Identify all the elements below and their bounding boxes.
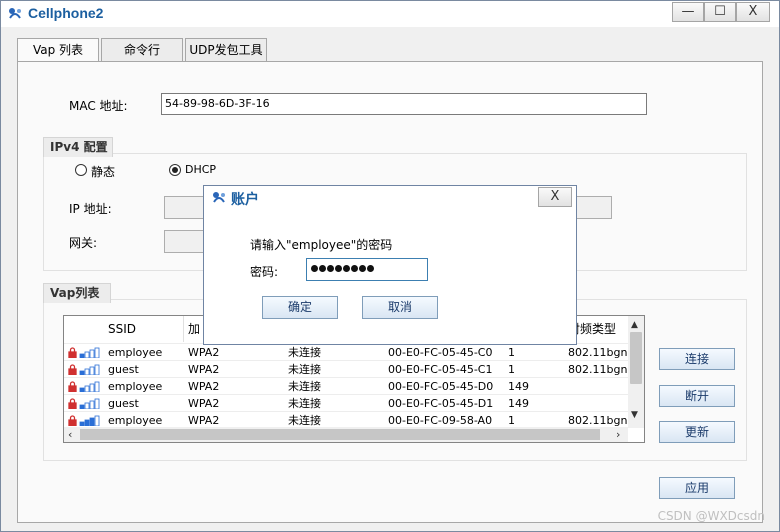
static-radio[interactable] — [75, 164, 87, 176]
vertical-scrollbar[interactable]: ▲ ▼ — [628, 316, 644, 428]
cell-ssid: employee — [108, 346, 163, 359]
horizontal-scroll-thumb[interactable] — [80, 429, 600, 440]
cell-bssid: 00-E0-FC-05-45-D1 — [388, 397, 494, 410]
secured-signal-icon — [68, 398, 100, 409]
refresh-button[interactable]: 更新 — [659, 421, 735, 443]
scroll-left-icon[interactable]: ‹ — [68, 428, 72, 441]
cell-bssid: 00-E0-FC-05-45-C0 — [388, 346, 493, 359]
vap-group-title: Vap列表 — [43, 283, 111, 303]
cell-status: 未连接 — [288, 363, 321, 376]
dhcp-radio[interactable] — [169, 164, 181, 176]
secured-signal-icon — [68, 364, 100, 375]
vertical-scroll-thumb[interactable] — [630, 332, 642, 384]
cell-radio — [564, 378, 628, 395]
password-dot — [343, 265, 350, 272]
cell-ssid: guest — [108, 397, 139, 410]
tab-command-line[interactable]: 命令行 — [101, 38, 183, 61]
cell-radio: 802.11bgn — [568, 363, 628, 376]
gateway-field[interactable] — [164, 230, 204, 253]
ipv4-group-title: IPv4 配置 — [43, 137, 113, 157]
cell-security: WPA2 — [188, 346, 220, 359]
dialog-app-icon — [213, 192, 225, 203]
cell-status: 未连接 — [288, 346, 321, 359]
mac-label: MAC 地址: — [69, 99, 128, 113]
cell-radio — [564, 395, 628, 412]
cell-security: WPA2 — [188, 363, 220, 376]
title-bar: Cellphone2 — ☐ X — [1, 1, 779, 27]
password-mask — [311, 265, 375, 272]
dialog-title-bar: 账户 X — [204, 186, 576, 210]
secured-signal-icon — [68, 381, 100, 392]
table-row[interactable]: employee WPA2 未连接 00-E0-FC-05-45-D0 149 — [64, 377, 628, 394]
scroll-down-icon[interactable]: ▼ — [631, 410, 638, 420]
tab-vap-list[interactable]: Vap 列表 — [17, 38, 99, 63]
minimize-button[interactable]: — — [672, 2, 704, 22]
password-dot — [351, 265, 358, 272]
cell-channel: 149 — [508, 380, 529, 393]
gateway-label: 网关: — [69, 236, 98, 250]
password-dot — [319, 265, 326, 272]
password-dot — [311, 265, 318, 272]
ip-address-field[interactable] — [164, 196, 204, 219]
cell-security: WPA2 — [188, 397, 220, 410]
password-dot — [359, 265, 366, 272]
dialog-body: 请输入"employee"的密码 密码: 确定 取消 — [204, 210, 576, 344]
scroll-right-icon[interactable]: › — [616, 428, 620, 441]
secured-signal-icon — [68, 347, 100, 358]
cell-ssid: employee — [108, 380, 163, 393]
scroll-up-icon[interactable]: ▲ — [631, 320, 638, 330]
watermark: CSDN @WXDcsdn — [657, 509, 765, 523]
window-title: Cellphone2 — [28, 5, 104, 21]
mac-address-field[interactable]: 54-89-98-6D-3F-16 — [161, 93, 647, 115]
static-label: 静态 — [91, 165, 116, 179]
cell-status: 未连接 — [288, 397, 321, 410]
password-dot — [335, 265, 342, 272]
table-row[interactable]: employee WPA2 未连接 00-E0-FC-09-58-A0 1 802.11b… — [64, 411, 628, 428]
ok-button[interactable]: 确定 — [262, 296, 338, 319]
table-row[interactable]: guest WPA2 未连接 00-E0-FC-05-45-D1 149 — [64, 394, 628, 411]
secured-signal-icon — [68, 415, 100, 426]
ip-label: IP 地址: — [69, 202, 112, 216]
ip-address-field-end[interactable] — [571, 196, 612, 219]
cell-status: 未连接 — [288, 380, 321, 393]
cancel-button[interactable]: 取消 — [362, 296, 438, 319]
table-row[interactable]: guest WPA2 未连接 00-E0-FC-05-45-C1 1 802.11bgn — [64, 360, 628, 377]
cell-bssid: 00-E0-FC-05-45-D0 — [388, 380, 494, 393]
account-dialog: 账户 X 请输入"employee"的密码 密码: 确定 取消 — [203, 185, 577, 345]
table-row[interactable]: employee WPA2 未连接 00-E0-FC-05-45-C0 1 802.11b… — [64, 343, 628, 360]
app-icon — [9, 8, 21, 19]
dialog-close-button[interactable]: X — [538, 187, 572, 207]
password-field[interactable] — [306, 258, 428, 281]
cell-radio: 802.11bgn — [568, 346, 628, 359]
connect-button[interactable]: 连接 — [659, 348, 735, 370]
horizontal-scrollbar[interactable]: ‹ › — [64, 427, 628, 442]
column-header-ssid[interactable]: SSID — [104, 316, 184, 342]
cell-bssid: 00-E0-FC-05-45-C1 — [388, 363, 493, 376]
close-button[interactable]: X — [736, 2, 770, 22]
cell-security: WPA2 — [188, 380, 220, 393]
password-prompt: 请输入"employee"的密码 — [250, 238, 393, 252]
tab-udp-tool[interactable]: UDP发包工具 — [185, 38, 267, 61]
password-dot — [327, 265, 334, 272]
password-dot — [367, 265, 374, 272]
dhcp-label: DHCP — [185, 163, 217, 176]
dialog-title: 账户 — [231, 192, 259, 208]
cell-channel: 1 — [508, 346, 515, 359]
disconnect-button[interactable]: 断开 — [659, 385, 735, 407]
maximize-button[interactable]: ☐ — [704, 2, 736, 22]
password-label: 密码: — [250, 265, 279, 279]
cell-ssid: guest — [108, 363, 139, 376]
cell-channel: 1 — [508, 363, 515, 376]
cell-channel: 149 — [508, 397, 529, 410]
main-window: Cellphone2 — ☐ X Vap 列表 命令行 UDP发包工具 MAC … — [0, 0, 780, 532]
apply-button[interactable]: 应用 — [659, 477, 735, 499]
